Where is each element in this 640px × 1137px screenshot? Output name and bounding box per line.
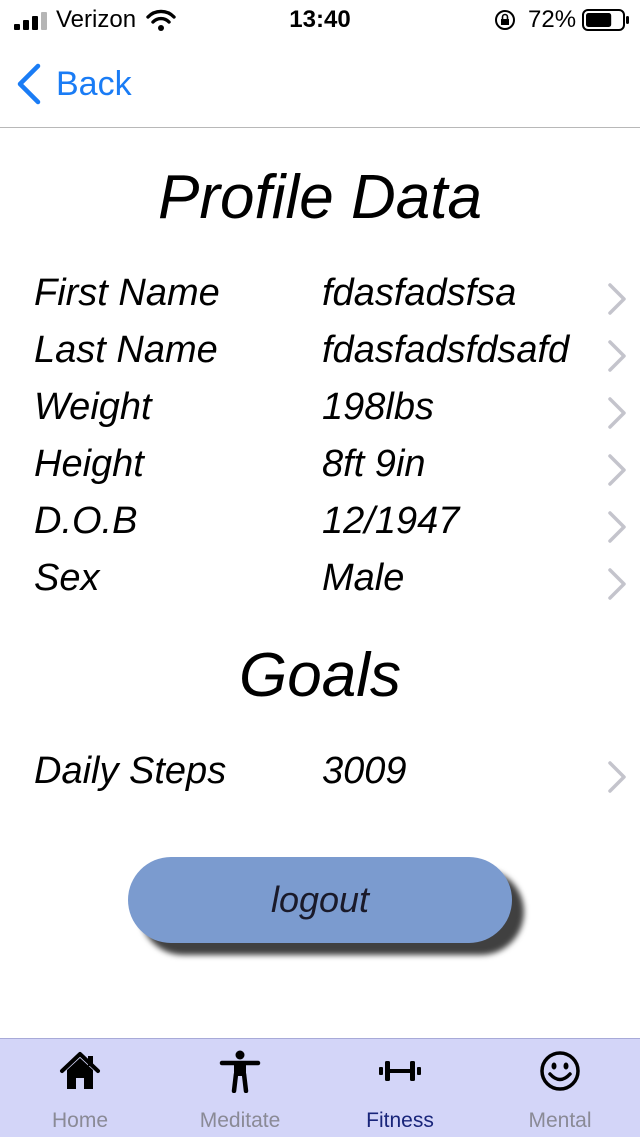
row-label: Daily Steps [34, 750, 227, 792]
profile-row[interactable]: Sex Male [0, 557, 640, 614]
rotation-lock-icon [495, 10, 515, 30]
person-icon [219, 1050, 261, 1093]
dumbbell-icon [379, 1061, 421, 1081]
chevron-right-icon [608, 511, 626, 543]
chevron-right-icon [608, 761, 626, 793]
back-button[interactable]: Back [14, 62, 132, 106]
battery-icon [582, 9, 629, 31]
profile-row[interactable]: Daily Steps 3009 [0, 750, 640, 807]
profile-row[interactable]: Weight 198lbs [0, 386, 640, 443]
chevron-right-icon [608, 397, 626, 429]
logout-label: logout [270, 879, 370, 920]
chevron-right-icon [608, 454, 626, 486]
status-bar: Verizon 13:40 72% [0, 0, 640, 40]
row-label: First Name [34, 272, 220, 314]
goals-title: Goals [239, 641, 401, 710]
tab-fitness[interactable]: Fitness [320, 1039, 480, 1137]
tab-bar: Home Meditate Fitness Mental [0, 1038, 640, 1137]
tab-home[interactable]: Home [0, 1039, 160, 1137]
chevron-right-icon [608, 340, 626, 372]
tab-label: Fitness [366, 1109, 434, 1132]
profile-row[interactable]: Height 8ft 9in [0, 443, 640, 500]
profile-row[interactable]: Last Name fdasfadsfdsafd [0, 329, 640, 386]
chevron-right-icon [608, 283, 626, 315]
chevron-left-icon [17, 63, 41, 105]
navigation-bar: Back [0, 40, 640, 128]
row-label: Height [34, 443, 144, 485]
profile-title: Profile Data [158, 163, 482, 232]
smiley-icon [540, 1051, 580, 1091]
row-value: 8ft 9in [322, 443, 426, 485]
battery-percentage: 72% [528, 6, 577, 33]
tab-mental[interactable]: Mental [480, 1039, 640, 1137]
row-label: Weight [34, 386, 152, 428]
row-value: 12/1947 [322, 500, 460, 542]
tab-label: Home [51, 1109, 109, 1132]
home-icon [60, 1052, 100, 1089]
logout-button[interactable]: logout [128, 857, 512, 943]
row-label: Sex [34, 557, 100, 599]
row-value: fdasfadsfdsafd [322, 329, 570, 371]
tab-label: Meditate [199, 1109, 281, 1132]
chevron-right-icon [608, 568, 626, 600]
row-value: 198lbs [322, 386, 434, 428]
row-label: D.O.B [34, 500, 138, 542]
profile-row[interactable]: D.O.B 12/1947 [0, 500, 640, 557]
row-label: Last Name [34, 329, 218, 371]
row-value: fdasfadsfsa [322, 272, 517, 314]
tab-label: Mental [528, 1109, 592, 1132]
row-value: Male [322, 557, 405, 599]
tab-meditate[interactable]: Meditate [160, 1039, 320, 1137]
back-label: Back [56, 64, 132, 103]
row-value: 3009 [322, 750, 407, 792]
profile-row[interactable]: First Name fdasfadsfsa [0, 272, 640, 329]
